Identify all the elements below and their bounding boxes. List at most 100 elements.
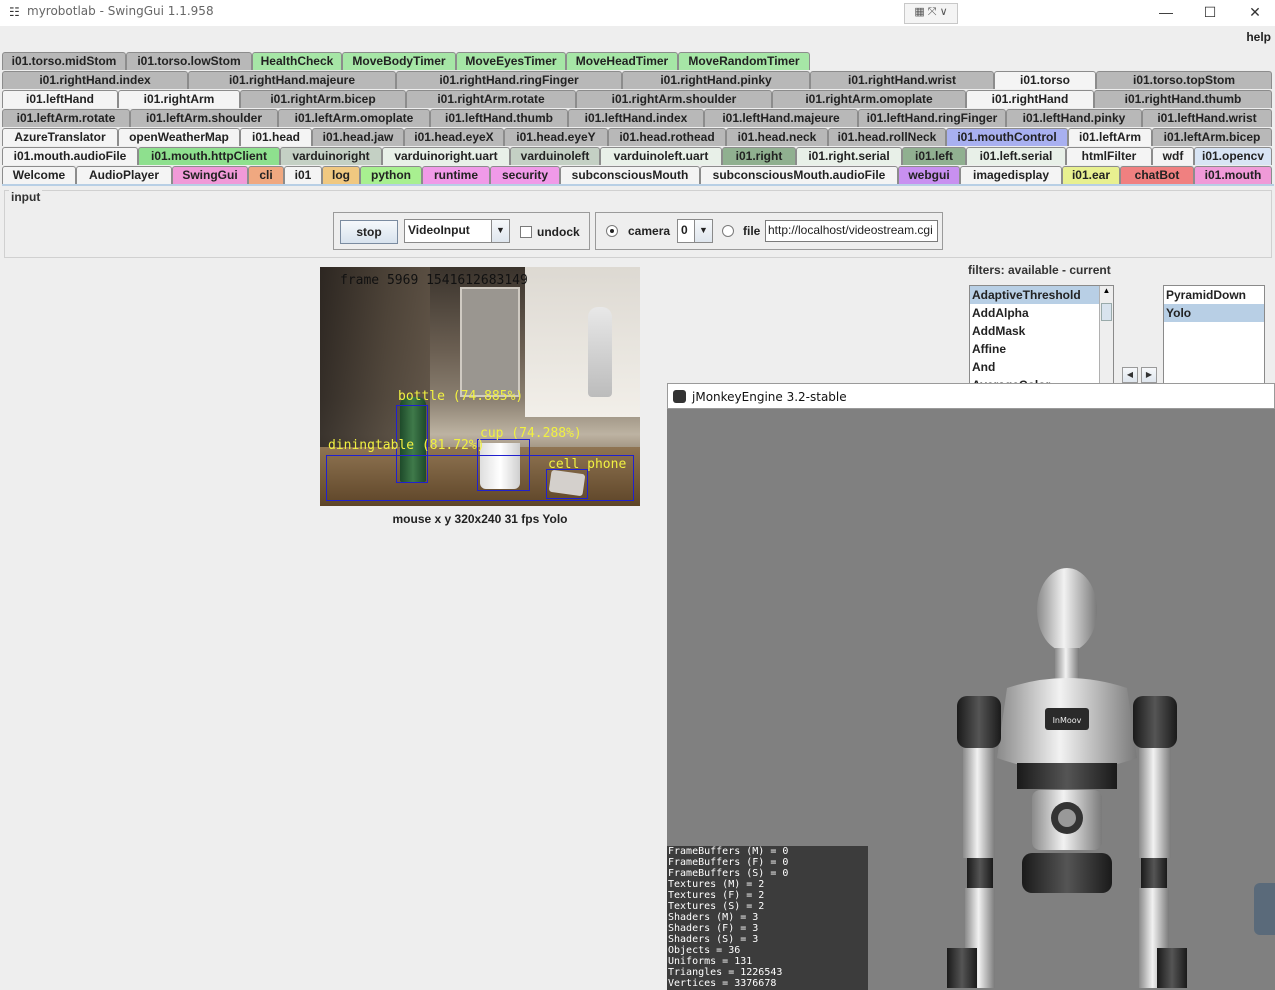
close-button[interactable]: ✕ xyxy=(1235,2,1275,24)
tab-i01-right-serial[interactable]: i01.right.serial xyxy=(796,147,902,165)
tab-i01-head-eyex[interactable]: i01.head.eyeX xyxy=(404,128,504,146)
tab-i01[interactable]: i01 xyxy=(284,166,322,184)
tab-i01-lefthand[interactable]: i01.leftHand xyxy=(2,90,118,108)
tab-imagedisplay[interactable]: imagedisplay xyxy=(960,166,1062,184)
current-filter-item[interactable]: PyramidDown xyxy=(1164,286,1264,304)
tab-i01-ear[interactable]: i01.ear xyxy=(1062,166,1120,184)
tab-moveeyestimer[interactable]: MoveEyesTimer xyxy=(456,52,566,70)
tab-i01-torso-midstom[interactable]: i01.torso.midStom xyxy=(2,52,126,70)
stop-button[interactable]: stop xyxy=(340,220,398,244)
jmonkey-window[interactable]: jMonkeyEngine 3.2-stable InMoov FrameBuf… xyxy=(667,383,1275,990)
available-filter-item[interactable]: AddAlpha xyxy=(970,304,1113,322)
available-filter-item[interactable]: AdaptiveThreshold xyxy=(970,286,1113,304)
scroll-thumb[interactable] xyxy=(1101,303,1112,321)
tab-i01-torso-topstom[interactable]: i01.torso.topStom xyxy=(1096,71,1272,89)
tab-i01-lefthand-ringfinger[interactable]: i01.leftHand.ringFinger xyxy=(858,109,1006,127)
tab-i01-rightarm-bicep[interactable]: i01.rightArm.bicep xyxy=(240,90,406,108)
tab-swinggui[interactable]: SwingGui xyxy=(172,166,248,184)
tab-i01-head[interactable]: i01.head xyxy=(240,128,312,146)
tab-movebodytimer[interactable]: MoveBodyTimer xyxy=(342,52,456,70)
tab-healthcheck[interactable]: HealthCheck xyxy=(252,52,342,70)
tab-i01-righthand-ringfinger[interactable]: i01.rightHand.ringFinger xyxy=(396,71,622,89)
tab-i01-leftarm-bicep[interactable]: i01.leftArm.bicep xyxy=(1152,128,1272,146)
tab-i01-lefthand-pinky[interactable]: i01.leftHand.pinky xyxy=(1006,109,1142,127)
tab-i01-rightarm-shoulder[interactable]: i01.rightArm.shoulder xyxy=(576,90,772,108)
tab-security[interactable]: security xyxy=(490,166,560,184)
undock-checkbox[interactable] xyxy=(520,226,532,238)
tab-i01-head-jaw[interactable]: i01.head.jaw xyxy=(312,128,404,146)
tab-i01-mouth-httpclient[interactable]: i01.mouth.httpClient xyxy=(138,147,280,165)
tab-i01-leftarm-omoplate[interactable]: i01.leftArm.omoplate xyxy=(278,109,430,127)
tab-i01-righthand[interactable]: i01.rightHand xyxy=(966,90,1094,108)
tab-python[interactable]: python xyxy=(360,166,422,184)
tab-i01-leftarm-rotate[interactable]: i01.leftArm.rotate xyxy=(2,109,130,127)
tab-audioplayer[interactable]: AudioPlayer xyxy=(76,166,172,184)
tab-moveheadtimer[interactable]: MoveHeadTimer xyxy=(566,52,678,70)
tab-i01-right[interactable]: i01.right xyxy=(722,147,796,165)
tab-i01-lefthand-thumb[interactable]: i01.leftHand.thumb xyxy=(430,109,568,127)
tab-i01-head-neck[interactable]: i01.head.neck xyxy=(726,128,828,146)
tab-i01-lefthand-index[interactable]: i01.leftHand.index xyxy=(568,109,704,127)
tab-i01-left[interactable]: i01.left xyxy=(902,147,966,165)
tab-i01-lefthand-majeure[interactable]: i01.leftHand.majeure xyxy=(704,109,858,127)
tab-i01-left-serial[interactable]: i01.left.serial xyxy=(966,147,1066,165)
tab-varduinoright[interactable]: varduinoright xyxy=(280,147,382,165)
scroll-up-icon[interactable]: ▲ xyxy=(1101,286,1112,298)
tab-varduinoleft-uart[interactable]: varduinoleft.uart xyxy=(600,147,722,165)
move-left-icon[interactable]: ◀ xyxy=(1122,367,1138,383)
tab-openweathermap[interactable]: openWeatherMap xyxy=(118,128,240,146)
available-filters-list[interactable]: AdaptiveThreshold AddAlpha AddMask Affine An… xyxy=(969,285,1114,385)
current-filters-list[interactable]: PyramidDown Yolo xyxy=(1163,285,1265,385)
tab-i01-mouthcontrol[interactable]: i01.mouthControl xyxy=(946,128,1068,146)
tab-varduinoright-uart[interactable]: varduinoright.uart xyxy=(382,147,510,165)
tab-i01-leftarm-shoulder[interactable]: i01.leftArm.shoulder xyxy=(130,109,278,127)
maximize-button[interactable]: ☐ xyxy=(1190,2,1230,24)
tab-cli[interactable]: cli xyxy=(248,166,284,184)
tab-i01-leftarm[interactable]: i01.leftArm xyxy=(1068,128,1152,146)
current-filter-item[interactable]: Yolo xyxy=(1164,304,1264,322)
tab-wdf[interactable]: wdf xyxy=(1152,147,1194,165)
tab-azuretranslator[interactable]: AzureTranslator xyxy=(2,128,118,146)
tab-i01-righthand-wrist[interactable]: i01.rightHand.wrist xyxy=(810,71,994,89)
title-extra-controls[interactable]: ▦ ⤧ ∨ xyxy=(904,3,958,24)
tab-varduinoleft[interactable]: varduinoleft xyxy=(510,147,600,165)
tab-i01-rightarm-rotate[interactable]: i01.rightArm.rotate xyxy=(406,90,576,108)
tab-i01-rightarm[interactable]: i01.rightArm xyxy=(118,90,240,108)
tab-i01-head-rothead[interactable]: i01.head.rothead xyxy=(608,128,726,146)
tab-i01-righthand-majeure[interactable]: i01.rightHand.majeure xyxy=(188,71,396,89)
tab-i01-head-rollneck[interactable]: i01.head.rollNeck xyxy=(828,128,946,146)
minimize-button[interactable]: — xyxy=(1146,2,1186,24)
tab-welcome[interactable]: Welcome xyxy=(2,166,76,184)
available-filter-item[interactable]: Affine xyxy=(970,340,1113,358)
tab-i01-righthand-pinky[interactable]: i01.rightHand.pinky xyxy=(622,71,810,89)
tab-i01-mouth[interactable]: i01.mouth xyxy=(1194,166,1272,184)
tab-runtime[interactable]: runtime xyxy=(422,166,490,184)
file-radio[interactable] xyxy=(722,225,734,237)
help-menu[interactable]: help xyxy=(1246,30,1271,44)
tab-i01-torso-lowstom[interactable]: i01.torso.lowStom xyxy=(126,52,252,70)
tab-subconsciousmouth[interactable]: subconsciousMouth xyxy=(560,166,700,184)
tab-i01-mouth-audiofile[interactable]: i01.mouth.audioFile xyxy=(2,147,138,165)
camera-index-select[interactable]: 0 ▼ xyxy=(677,219,713,243)
tab-i01-rightarm-omoplate[interactable]: i01.rightArm.omoplate xyxy=(772,90,966,108)
tab-webgui[interactable]: webgui xyxy=(898,166,960,184)
available-filters-scrollbar[interactable]: ▲ xyxy=(1099,286,1113,384)
file-url-input[interactable]: http://localhost/videostream.cgi xyxy=(765,220,938,242)
available-filter-item[interactable]: AddMask xyxy=(970,322,1113,340)
tab-i01-righthand-thumb[interactable]: i01.rightHand.thumb xyxy=(1094,90,1272,108)
camera-radio[interactable] xyxy=(606,225,618,237)
tab-log[interactable]: log xyxy=(322,166,360,184)
tab-i01-torso[interactable]: i01.torso xyxy=(994,71,1096,89)
tab-moverandomtimer[interactable]: MoveRandomTimer xyxy=(678,52,810,70)
tab-i01-head-eyey[interactable]: i01.head.eyeY xyxy=(504,128,608,146)
tab-chatbot[interactable]: chatBot xyxy=(1120,166,1194,184)
move-right-icon[interactable]: ▶ xyxy=(1141,367,1157,383)
video-display[interactable]: frame 5969 1541612683149 bottle (74.885%… xyxy=(320,267,640,506)
tab-i01-opencv[interactable]: i01.opencv xyxy=(1194,147,1272,165)
tab-htmlfilter[interactable]: htmlFilter xyxy=(1066,147,1152,165)
side-panel-handle[interactable] xyxy=(1254,883,1275,935)
source-select[interactable]: VideoInput ▼ xyxy=(404,219,510,243)
tab-subconsciousmouth-audiofile[interactable]: subconsciousMouth.audioFile xyxy=(700,166,898,184)
jmonkey-titlebar[interactable]: jMonkeyEngine 3.2-stable xyxy=(667,383,1275,409)
tab-i01-righthand-index[interactable]: i01.rightHand.index xyxy=(2,71,188,89)
